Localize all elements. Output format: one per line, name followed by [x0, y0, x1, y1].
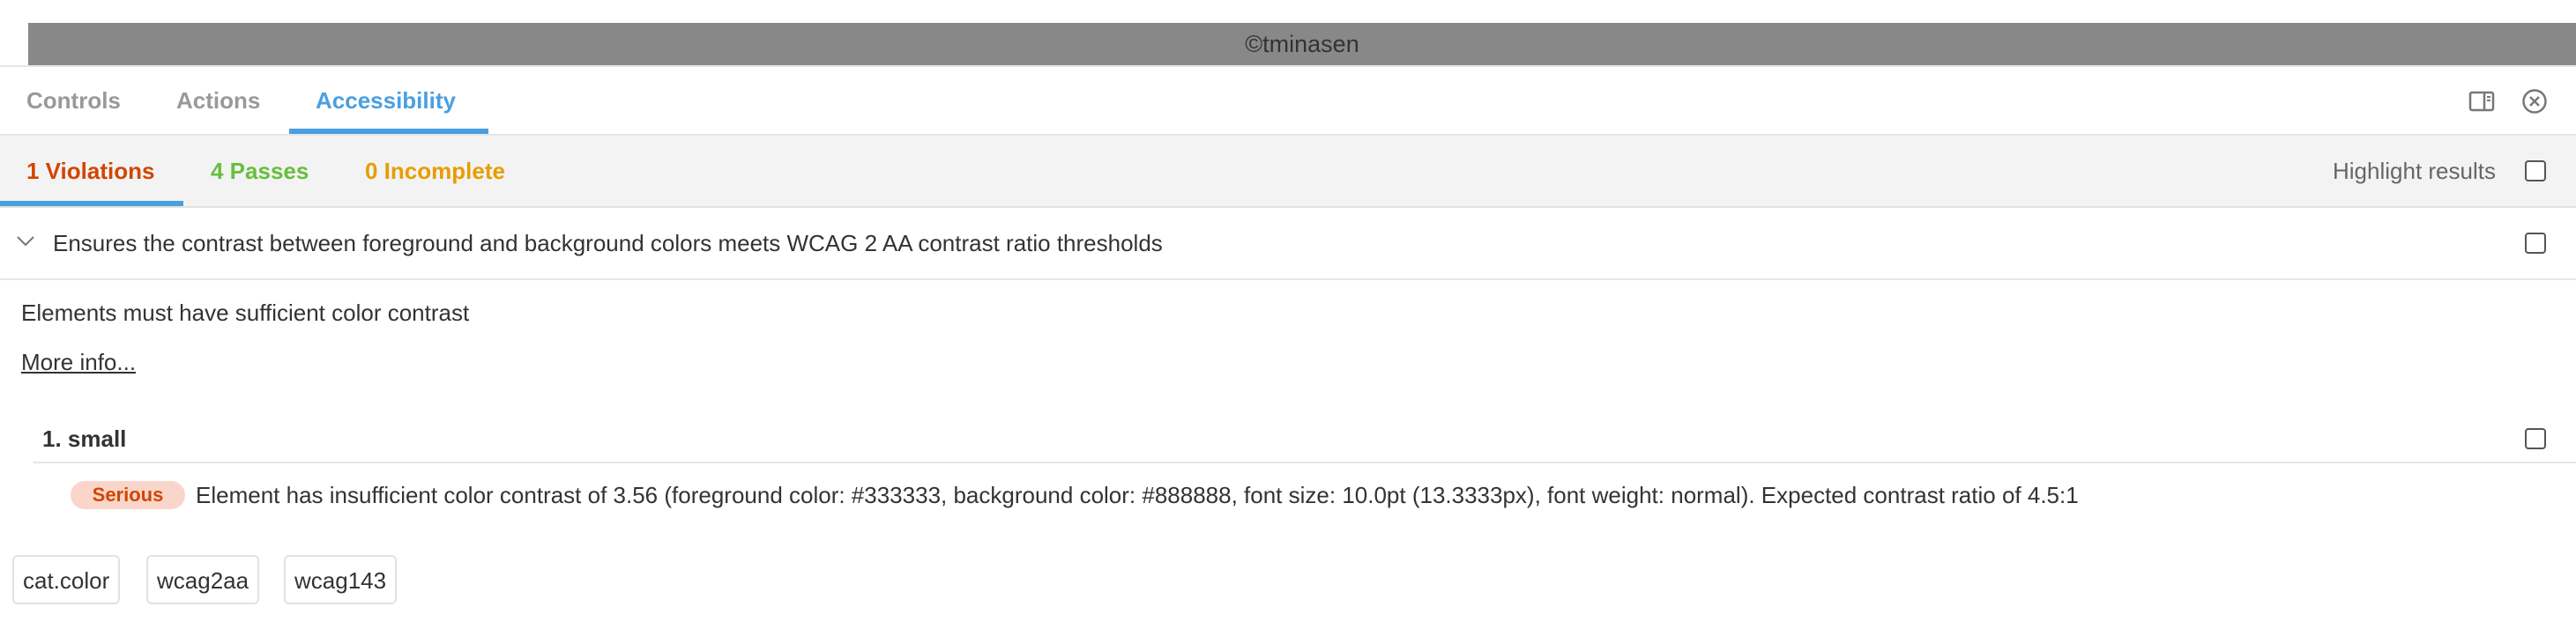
addon-tab-bar: Controls Actions Accessibility: [0, 67, 2576, 136]
rule-header[interactable]: Ensures the contrast between foreground …: [0, 208, 2576, 280]
tab-passes[interactable]: 4 Passes: [211, 136, 309, 206]
element-highlight-checkbox[interactable]: [2525, 428, 2546, 449]
more-info-link[interactable]: More info...: [21, 349, 136, 376]
impact-badge: Serious: [71, 481, 185, 509]
story-preview: ©tminasen: [28, 23, 2576, 65]
tab-violations[interactable]: 1 Violations: [26, 136, 154, 206]
active-subtab-indicator: [0, 201, 183, 206]
element-label: 1. small: [42, 426, 127, 452]
rule-title: Ensures the contrast between foreground …: [53, 230, 1163, 256]
chevron-down-icon[interactable]: [16, 234, 35, 248]
tab-accessibility[interactable]: Accessibility: [316, 67, 456, 134]
highlight-results-checkbox[interactable]: [2525, 160, 2546, 181]
close-icon[interactable]: [2521, 88, 2548, 115]
tab-controls[interactable]: Controls: [26, 67, 121, 134]
tab-actions[interactable]: Actions: [176, 67, 260, 134]
watermark-text: ©tminasen: [1245, 30, 1359, 57]
tag-wcag143: wcag143: [284, 555, 398, 604]
highlight-results-label: Highlight results: [2333, 158, 2496, 184]
tag-wcag2aa: wcag2aa: [146, 555, 260, 604]
rule-highlight-checkbox[interactable]: [2525, 233, 2546, 254]
active-tab-indicator: [289, 129, 488, 134]
element-row[interactable]: 1. small: [34, 418, 2576, 463]
results-tab-bar: 1 Violations 4 Passes 0 Incomplete Highl…: [0, 136, 2576, 208]
tab-incomplete[interactable]: 0 Incomplete: [365, 136, 505, 206]
rule-description: Elements must have sufficient color cont…: [21, 300, 470, 326]
failure-message: Element has insufficient color contrast …: [196, 482, 2079, 508]
panel-orientation-icon[interactable]: [2468, 88, 2495, 115]
tag-cat-color: cat.color: [12, 555, 121, 604]
